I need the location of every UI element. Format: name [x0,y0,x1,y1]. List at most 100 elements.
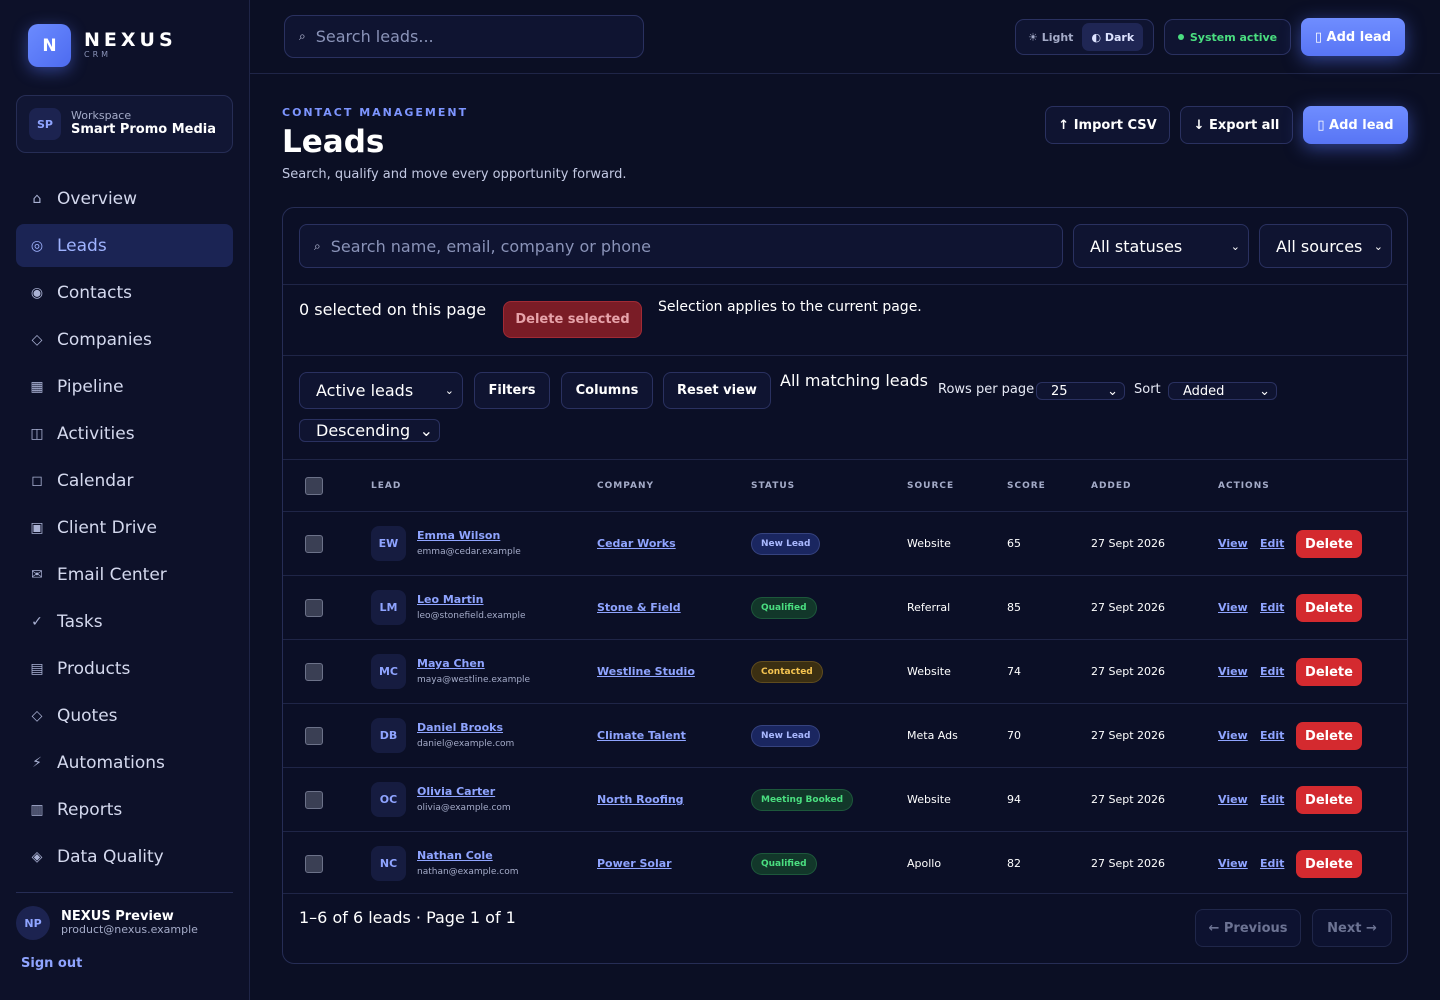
table-header: LEAD COMPANY STATUS SOURCE SCORE ADDED A… [283,459,1407,511]
lead-avatar: NC [371,846,406,881]
sidebar-item-client-drive[interactable]: ▣ Client Drive [16,506,233,549]
edit-link[interactable]: Edit [1260,665,1284,678]
status-filter-select[interactable]: All statuses ⌄ [1073,224,1249,268]
avatar: NP [16,906,50,940]
view-link[interactable]: View [1218,537,1248,550]
view-link[interactable]: View [1218,665,1248,678]
source-filter-select[interactable]: All sources ⌄ [1259,224,1392,268]
company-link[interactable]: Climate Talent [597,729,686,742]
company-link[interactable]: Cedar Works [597,537,676,550]
edit-link[interactable]: Edit [1260,857,1284,870]
user-profile[interactable]: NP NEXUS Preview product@nexus.example [16,906,198,940]
lead-added-date: 27 Sept 2026 [1091,665,1166,678]
diamond-icon: ◇ [31,331,43,348]
edit-link[interactable]: Edit [1260,537,1284,550]
rows-per-page-label: Rows per page [938,382,1035,397]
previous-page-button[interactable]: ← Previous [1195,909,1301,947]
delete-selected-button[interactable]: Delete selected [503,301,642,338]
sort-field-select[interactable]: Added ⌄ [1168,382,1277,400]
column-header-score[interactable]: SCORE [1007,481,1046,491]
sidebar-item-calendar[interactable]: ◻ Calendar [16,459,233,502]
theme-dark-button[interactable]: ◐ Dark [1082,23,1144,51]
company-link[interactable]: Power Solar [597,857,672,870]
edit-link[interactable]: Edit [1260,729,1284,742]
lead-score: 70 [1007,729,1021,742]
company-link[interactable]: North Roofing [597,793,684,806]
sidebar-item-automations[interactable]: ⚡ Automations [16,741,233,784]
sidebar-item-contacts[interactable]: ◉ Contacts [16,271,233,314]
column-header-lead[interactable]: LEAD [371,481,401,491]
lead-email: emma@cedar.example [417,547,521,557]
column-header-actions: ACTIONS [1218,481,1270,491]
workspace-switcher[interactable]: SP Workspace Smart Promo Media [16,95,233,153]
delete-row-button[interactable]: Delete [1296,594,1362,622]
rows-per-page-select[interactable]: 25 ⌄ [1036,382,1125,400]
view-link[interactable]: View [1218,857,1248,870]
topbar-add-lead-button[interactable]: ▯ Add lead [1301,18,1405,56]
topbar: ⌕ Search leads... ☀ Light ◐ Dark System … [250,0,1440,74]
sign-out-link[interactable]: Sign out [21,956,82,971]
reset-view-button[interactable]: Reset view [663,372,771,409]
delete-row-button[interactable]: Delete [1296,658,1362,686]
column-header-source[interactable]: SOURCE [907,481,954,491]
company-link[interactable]: Stone & Field [597,601,681,614]
sidebar-item-email-center[interactable]: ✉ Email Center [16,553,233,596]
row-checkbox[interactable] [305,599,323,617]
home-icon: ⌂ [32,190,42,207]
sidebar-item-companies[interactable]: ◇ Companies [16,318,233,361]
lead-name-link[interactable]: Leo Martin [417,593,484,606]
row-checkbox[interactable] [305,663,323,681]
row-checkbox[interactable] [305,855,323,873]
sidebar-item-data-quality[interactable]: ◈ Data Quality [16,835,233,878]
import-csv-button[interactable]: ↑ Import CSV [1045,106,1170,144]
view-link[interactable]: View [1218,793,1248,806]
table-row: OC Olivia Carter olivia@example.com North R… [283,767,1407,831]
lead-name-link[interactable]: Emma Wilson [417,529,500,542]
column-header-added[interactable]: ADDED [1091,481,1132,491]
column-header-company[interactable]: COMPANY [597,481,654,491]
sidebar-item-activities[interactable]: ◫ Activities [16,412,233,455]
sidebar-item-quotes[interactable]: ◇ Quotes [16,694,233,737]
delete-row-button[interactable]: Delete [1296,722,1362,750]
lead-name-link[interactable]: Daniel Brooks [417,721,503,734]
column-header-status[interactable]: STATUS [751,481,795,491]
row-checkbox[interactable] [305,791,323,809]
page-eyebrow: CONTACT MANAGEMENT [282,106,469,119]
export-all-button[interactable]: ↓ Export all [1180,106,1293,144]
view-link[interactable]: View [1218,601,1248,614]
lead-name-link[interactable]: Maya Chen [417,657,485,670]
sidebar-item-leads[interactable]: ◎ Leads [16,224,233,267]
select-all-checkbox[interactable] [305,477,323,495]
row-checkbox[interactable] [305,535,323,553]
user-name: NEXUS Preview [61,909,174,924]
global-search-input[interactable]: ⌕ Search leads... [284,15,644,58]
saved-view-value: Active leads [316,381,414,400]
view-link[interactable]: View [1218,729,1248,742]
sidebar-item-reports[interactable]: ▥ Reports [16,788,233,831]
theme-light-button[interactable]: ☀ Light [1019,23,1082,51]
next-page-button[interactable]: Next → [1312,909,1392,947]
delete-row-button[interactable]: Delete [1296,786,1362,814]
brand[interactable]: N NEXUS CRM [28,24,177,67]
delete-row-button[interactable]: Delete [1296,850,1362,878]
edit-link[interactable]: Edit [1260,601,1284,614]
company-link[interactable]: Westline Studio [597,665,695,678]
lead-name-link[interactable]: Nathan Cole [417,849,493,862]
sidebar-item-tasks[interactable]: ✓ Tasks [16,600,233,643]
delete-row-button[interactable]: Delete [1296,530,1362,558]
sidebar-item-pipeline[interactable]: ▦ Pipeline [16,365,233,408]
sidebar-item-overview[interactable]: ⌂ Overview [16,177,233,220]
add-lead-button[interactable]: ▯ Add lead [1303,106,1408,144]
lead-source: Referral [907,601,951,614]
saved-view-select[interactable]: Active leads ⌄ [299,372,463,409]
lead-email: olivia@example.com [417,803,511,813]
columns-button[interactable]: Columns [561,372,653,409]
filters-button[interactable]: Filters [474,372,550,409]
edit-link[interactable]: Edit [1260,793,1284,806]
sort-order-select[interactable]: Descending ⌄ [299,419,440,442]
row-checkbox[interactable] [305,727,323,745]
system-status-badge: System active [1164,19,1291,55]
sidebar-item-products[interactable]: ▤ Products [16,647,233,690]
lead-search-input[interactable]: ⌕ Search name, email, company or phone [299,224,1063,268]
lead-name-link[interactable]: Olivia Carter [417,785,495,798]
